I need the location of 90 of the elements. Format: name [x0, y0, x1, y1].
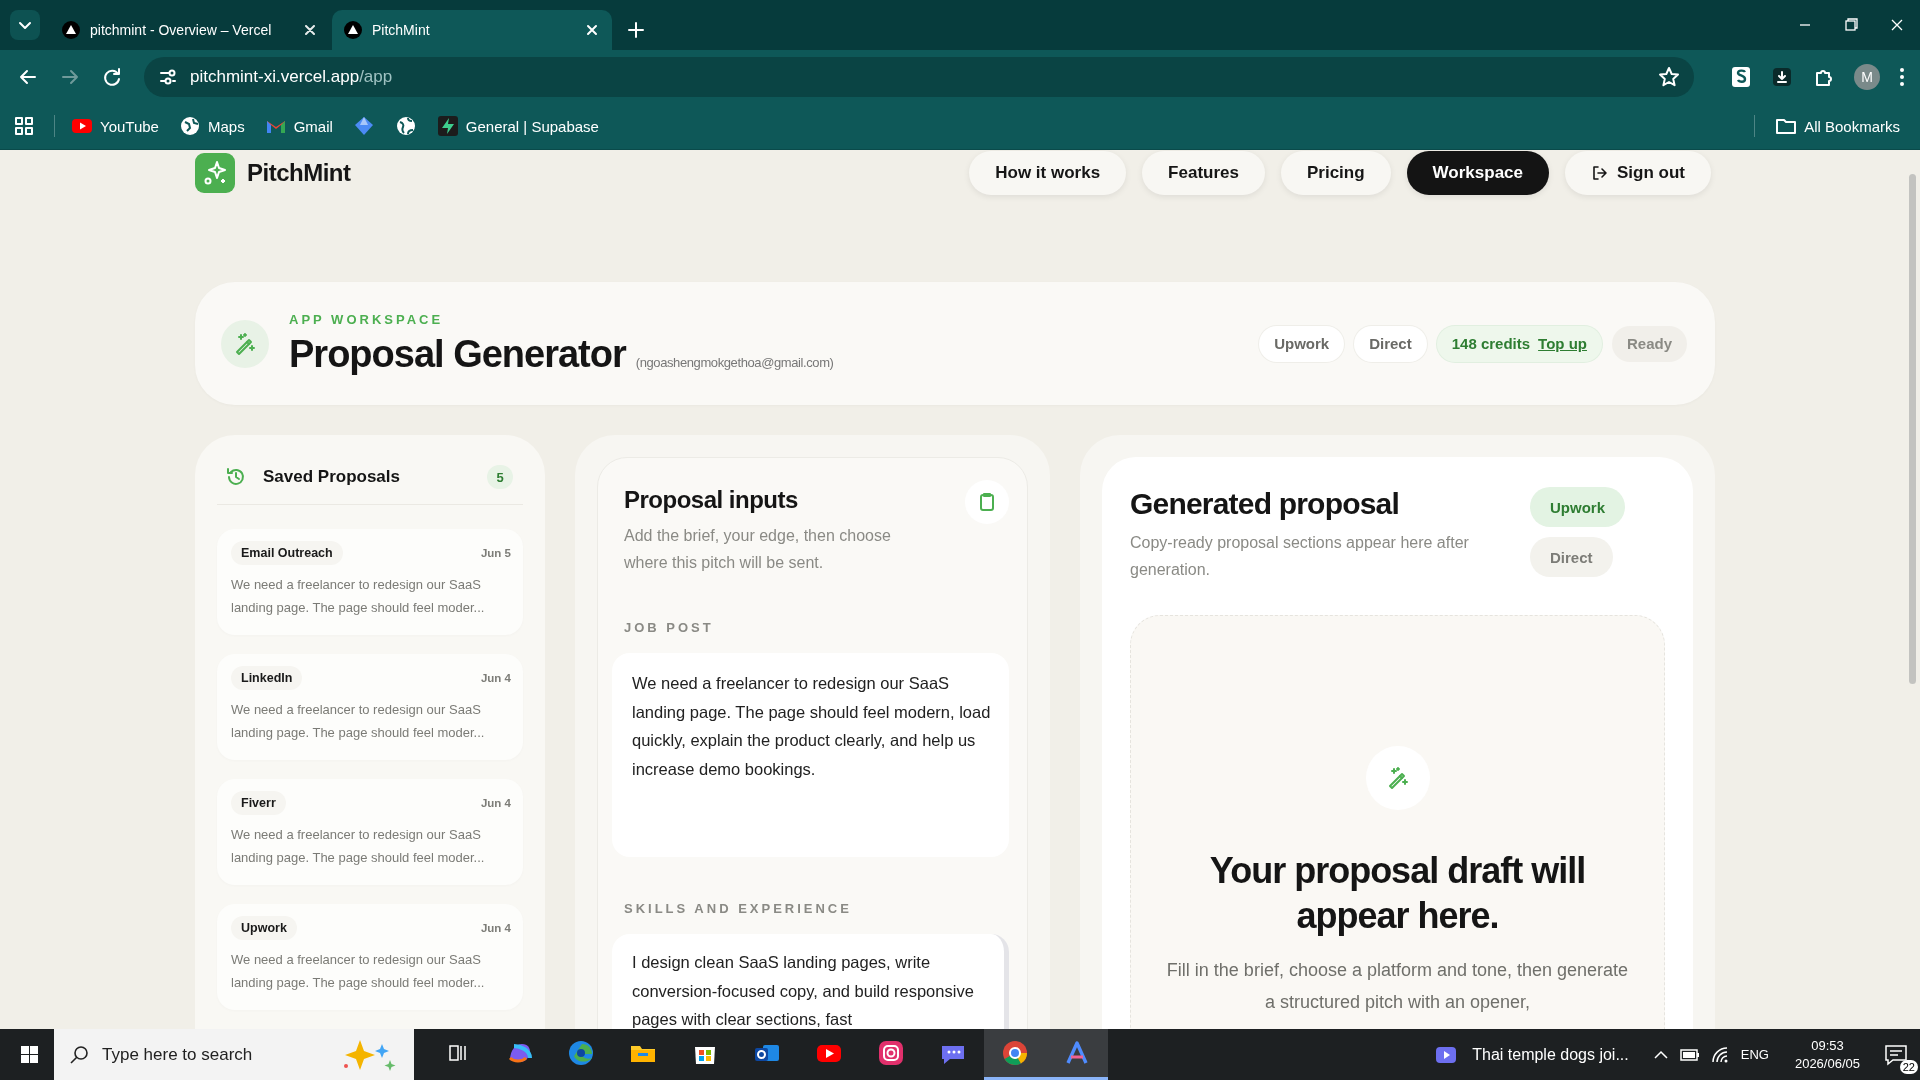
- field-label: JOB POST: [624, 620, 715, 635]
- eyebrow-label: APP WORKSPACE: [289, 311, 445, 327]
- sign-out-icon: [1591, 164, 1609, 182]
- diamond-icon[interactable]: [352, 115, 375, 137]
- date-label: Jun 5: [480, 547, 511, 559]
- saved-proposal-card[interactable]: LinkedIn Jun 4 We need a freelancer to redesign our SaaS landing page. The page should feel moder...: [217, 654, 523, 760]
- date-label: Jun 4: [480, 922, 511, 934]
- all-bookmarks[interactable]: All Bookmarks: [1775, 116, 1900, 136]
- notification-count: 22: [1899, 1060, 1918, 1074]
- nav-button[interactable]: How it works: [969, 151, 1127, 195]
- card-title: Proposal inputs: [624, 486, 799, 514]
- nav-button[interactable]: Pricing: [1281, 151, 1391, 195]
- proposal-snippet: We need a freelancer to redesign our SaaS landing page. The page should feel moder...: [231, 701, 486, 742]
- tab-title: pitchmint - Overview – Vercel: [90, 22, 273, 38]
- top-up-link[interactable]: Top up: [1538, 335, 1587, 352]
- close-icon[interactable]: [302, 22, 318, 38]
- page-title: Proposal Generator: [289, 332, 626, 376]
- count-badge: 5: [487, 465, 513, 489]
- close-icon[interactable]: [584, 22, 600, 38]
- browser-icon[interactable]: [1000, 1038, 1030, 1068]
- clock-time[interactable]: 09:53: [1811, 1036, 1844, 1055]
- bookmark[interactable]: YouTube: [71, 115, 159, 137]
- text-field[interactable]: I design clean SaaS landing pages, write conversion-focused copy, and build responsive pages with clear sections, fast: [612, 934, 1009, 1029]
- proposal-snippet: We need a freelancer to redesign our SaaS landing page. The page should feel moder...: [231, 951, 486, 992]
- bookmark[interactable]: Gmail: [264, 115, 333, 137]
- bookmark[interactable]: Maps: [178, 115, 245, 137]
- tab-title: PitchMint: [372, 22, 431, 38]
- url-host: pitchmint-xi.vercel.app: [190, 66, 360, 87]
- platform-tag: Fiverr: [231, 791, 286, 815]
- platform-toggle[interactable]: Direct: [1530, 537, 1613, 577]
- field-label: SKILLS AND EXPERIENCE: [624, 901, 853, 916]
- browser-tab[interactable]: PitchMint: [332, 10, 612, 50]
- extension-icon[interactable]: [1730, 64, 1752, 89]
- card-subtitle: Add the brief, your edge, then choose where this pitch will be sent.: [624, 526, 892, 573]
- saved-proposal-card[interactable]: Fiverr Jun 4 We need a freelancer to redesign our SaaS landing page. The page should feel moder...: [217, 779, 523, 885]
- folder-icon: [1775, 116, 1798, 136]
- taskbar-app-button[interactable]: [984, 1029, 1046, 1080]
- proposal-snippet: We need a freelancer to redesign our SaaS landing page. The page should feel moder...: [231, 576, 486, 617]
- browser-tab[interactable]: pitchmint - Overview – Vercel: [50, 10, 330, 50]
- nav-button[interactable]: Workspace: [1406, 151, 1549, 195]
- taskbar-search-field[interactable]: Type here to search: [54, 1029, 414, 1080]
- clipboard-icon[interactable]: [965, 480, 1009, 524]
- nav-button[interactable]: Sign out: [1565, 151, 1711, 195]
- address-bar[interactable]: pitchmint-xi.vercel.app/app: [144, 56, 1694, 97]
- platform-tag: Upwork: [231, 916, 297, 940]
- bookmark-star-icon[interactable]: [1658, 65, 1680, 88]
- url-path: /app: [359, 66, 393, 87]
- nav-button[interactable]: Features: [1142, 151, 1265, 195]
- globe-icon: [178, 115, 201, 137]
- status-badge: Ready: [1611, 325, 1687, 362]
- date-label: Jun 4: [480, 797, 511, 809]
- browser-icon[interactable]: [566, 1038, 596, 1068]
- search-placeholder: Type here to search: [102, 1044, 253, 1065]
- saved-proposal-card[interactable]: Email Outreach Jun 5 We need a freelancer to redesign our SaaS landing page. The page should feel moder...: [217, 529, 523, 635]
- card-title: Generated proposal: [1130, 487, 1400, 521]
- favicon-icon: [344, 21, 362, 39]
- camera-icon[interactable]: [876, 1038, 906, 1068]
- empty-state-text: Fill in the brief, choose a platform and tone, then generate a structured pitch with an opener,: [1165, 959, 1630, 1014]
- card-subtitle: Copy-ready proposal sections appear here after generation.: [1130, 533, 1470, 580]
- search-icon: [68, 1043, 90, 1066]
- bookmark[interactable]: General | Supabase: [436, 115, 599, 137]
- credits-count: 148 credits: [1451, 335, 1531, 352]
- new-tab-icon[interactable]: [626, 20, 646, 40]
- panel-title: Saved Proposals: [263, 467, 401, 487]
- account-email: (ngoashengmokgethoa@gmail.com): [635, 354, 834, 370]
- profile-avatar[interactable]: M: [1854, 63, 1880, 90]
- platform-badge: Upwork: [1259, 325, 1345, 362]
- platform-badge: Direct: [1354, 325, 1427, 362]
- platform-tag: Email Outreach: [231, 541, 343, 565]
- platform-tag: LinkedIn: [231, 666, 303, 690]
- media-title: Thai temple dogs joi...: [1472, 1045, 1629, 1064]
- wand-icon: [221, 319, 269, 368]
- scrollbar-thumb[interactable]: [1909, 174, 1916, 684]
- tab-search-button[interactable]: [10, 10, 40, 40]
- apps-icon[interactable]: [14, 116, 34, 136]
- favicon-icon: [62, 21, 80, 39]
- proposal-snippet: We need a freelancer to redesign our SaaS landing page. The page should feel moder...: [231, 826, 486, 867]
- media-widget[interactable]: Thai temple dogs joi...: [1434, 1042, 1629, 1067]
- platform-toggle[interactable]: Upwork: [1530, 487, 1625, 527]
- language-indicator[interactable]: ENG: [1740, 1047, 1769, 1062]
- text-field[interactable]: We need a freelancer to redesign our SaaS landing page. The page should feel modern, load quickly, explain the product clearly, and help us increase demo bookings.: [612, 653, 1009, 857]
- date-label: Jun 4: [480, 672, 511, 684]
- clock-date[interactable]: 2026/06/05: [1794, 1054, 1860, 1073]
- logo-icon[interactable]: [195, 153, 235, 193]
- globe-icon[interactable]: [394, 115, 417, 137]
- brand-name: PitchMint: [247, 159, 351, 187]
- history-icon: [225, 466, 247, 488]
- saved-proposal-card[interactable]: Upwork Jun 4 We need a freelancer to redesign our SaaS landing page. The page should feel moder...: [217, 904, 523, 1010]
- empty-state-heading: Your proposal draft will appear here.: [1208, 849, 1587, 938]
- bolt-icon: [436, 115, 459, 137]
